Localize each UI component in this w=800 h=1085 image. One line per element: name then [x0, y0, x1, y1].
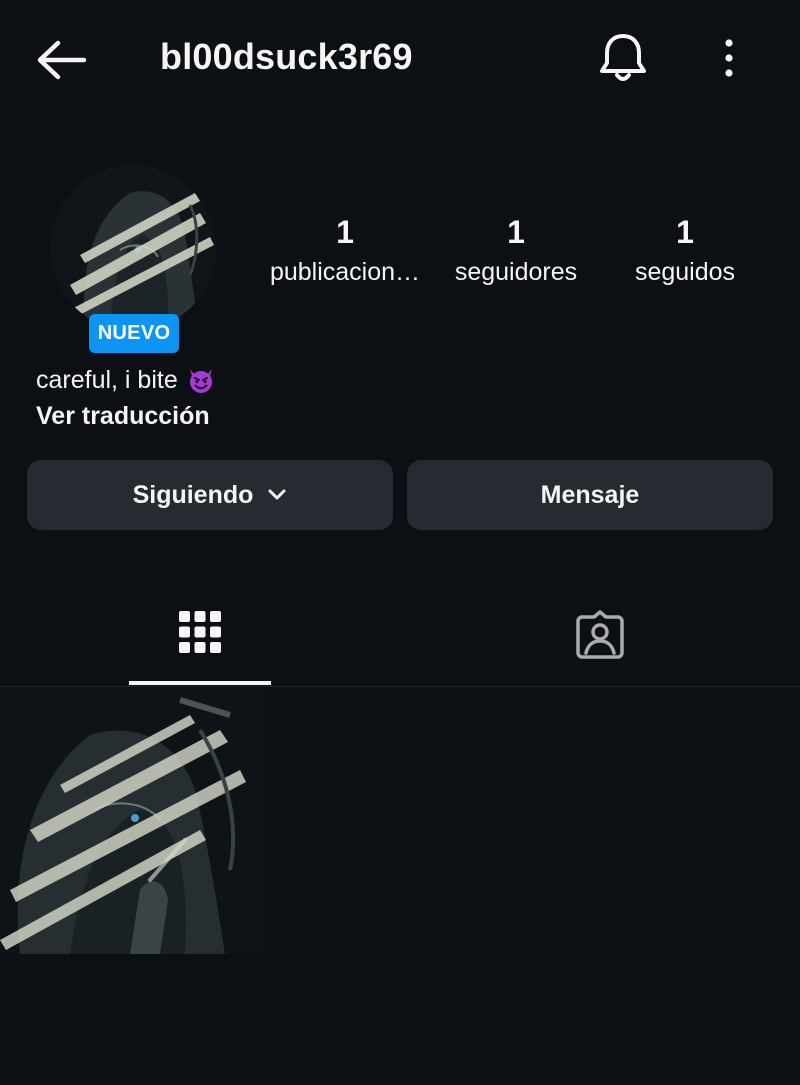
more-options-button[interactable]: [712, 36, 746, 80]
profile-bio: careful, i bite: [36, 363, 216, 397]
following-count: 1: [676, 214, 694, 250]
post-illustration: [0, 690, 264, 954]
arrow-left-icon: [37, 40, 87, 80]
posts-label: publicacion…: [269, 258, 421, 286]
profile-avatar[interactable]: [50, 165, 216, 331]
profile-username: bl00dsuck3r69: [160, 36, 413, 77]
message-button-label: Mensaje: [540, 480, 640, 509]
notifications-button[interactable]: [596, 30, 650, 86]
back-button[interactable]: [30, 35, 94, 85]
followers-count-stat[interactable]: 1 seguidores: [436, 212, 596, 292]
active-tab-indicator: [129, 681, 271, 685]
posts-count-stat[interactable]: 1 publicacion…: [262, 212, 428, 292]
smiling-devil-emoji-icon: [189, 369, 212, 393]
posts-count: 1: [336, 214, 354, 250]
chevron-down-icon: [268, 489, 286, 500]
grid-icon: [179, 611, 221, 653]
avatar-illustration: [50, 165, 216, 331]
tabs-divider: [0, 686, 800, 687]
message-button[interactable]: Mensaje: [407, 460, 773, 530]
bell-icon: [600, 34, 646, 81]
tagged-person-icon: [576, 610, 624, 659]
following-button[interactable]: Siguiendo: [27, 460, 393, 530]
following-button-label: Siguiendo: [132, 480, 254, 509]
more-vertical-icon: [725, 39, 733, 77]
tab-tagged-photos[interactable]: [400, 595, 800, 685]
following-label: seguidos: [634, 258, 736, 286]
followers-label: seguidores: [454, 258, 578, 286]
following-count-stat[interactable]: 1 seguidos: [610, 212, 760, 292]
post-thumbnail[interactable]: [0, 690, 264, 954]
new-account-badge: NUEVO: [89, 314, 179, 353]
bio-text: careful, i bite: [36, 366, 178, 394]
tab-posts-grid[interactable]: [0, 595, 400, 685]
see-translation-link[interactable]: Ver traducción: [36, 399, 210, 433]
followers-count: 1: [507, 214, 525, 250]
